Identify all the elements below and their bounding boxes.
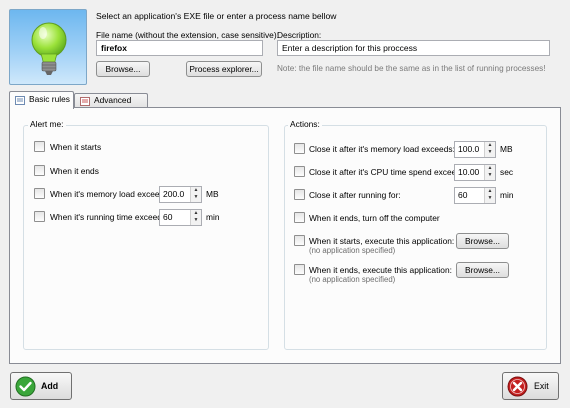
tab-advanced-rules[interactable]: Advanced rules [74,93,148,118]
spin-down-icon[interactable]: ▼ [485,172,495,179]
spin-arrows[interactable]: ▲ ▼ [484,142,495,157]
close-running-spinbox[interactable]: 60 ▲ ▼ [454,187,496,204]
close-running-value: 60 [458,190,468,200]
spin-arrows[interactable]: ▲ ▼ [484,188,495,203]
turn-off-checkbox[interactable] [294,212,305,223]
close-running-checkbox[interactable] [294,189,305,200]
close-memory-spinbox[interactable]: 100.0 ▲ ▼ [454,141,496,158]
checkmark-icon [15,376,36,397]
file-name-input[interactable]: firefox [96,40,263,56]
close-cpu-label: Close it after it's CPU time spend excee… [309,167,468,177]
spin-up-icon[interactable]: ▲ [485,165,495,172]
exec-start-browse-button[interactable]: Browse... [456,233,509,249]
alert-runtime-value: 60 [163,212,173,222]
spin-arrows[interactable]: ▲ ▼ [190,210,201,225]
alert-group [23,125,269,350]
alert-starts-checkbox[interactable] [34,141,45,152]
close-icon [507,376,528,397]
turn-off-label: When it ends, turn off the computer [309,213,440,223]
spin-down-icon[interactable]: ▼ [485,195,495,202]
spin-down-icon[interactable]: ▼ [191,217,201,224]
alert-memory-unit: MB [206,189,219,199]
spin-down-icon[interactable]: ▼ [485,149,495,156]
exec-start-sub: (no application specified) [309,246,396,255]
exec-start-checkbox[interactable] [294,235,305,246]
tab-basic-icon [15,96,25,105]
spin-up-icon[interactable]: ▲ [191,210,201,217]
alert-runtime-checkbox[interactable] [34,211,45,222]
spin-up-icon[interactable]: ▲ [191,187,201,194]
application-icon [9,9,87,85]
exec-end-sub: (no application specified) [309,275,396,284]
spin-up-icon[interactable]: ▲ [485,188,495,195]
close-memory-value: 100.0 [458,144,480,154]
exec-start-label: When it starts, execute this application… [309,236,455,246]
alert-starts-label: When it starts [50,142,102,152]
close-cpu-unit: sec [500,167,514,177]
spin-arrows[interactable]: ▲ ▼ [190,187,201,202]
note-text: Note: the file name should be the same a… [277,64,546,73]
spin-down-icon[interactable]: ▼ [191,194,201,201]
process-explorer-button[interactable]: Process explorer... [186,61,262,77]
browse-button[interactable]: Browse... [96,61,150,77]
close-memory-label: Close it after it's memory load exceeds: [309,144,455,154]
close-memory-checkbox[interactable] [294,143,305,154]
close-running-unit: min [500,190,514,200]
alert-ends-label: When it ends [50,166,99,176]
lightbulb-icon [31,22,67,75]
alert-ends-checkbox[interactable] [34,165,45,176]
alert-runtime-spinbox[interactable]: 60 ▲ ▼ [159,209,202,226]
tab-basic-rules-label: Basic rules [29,94,70,104]
actions-group-title: Actions: [288,119,322,129]
close-cpu-value: 10.00 [458,167,480,177]
close-cpu-spinbox[interactable]: 10.00 ▲ ▼ [454,164,496,181]
add-button[interactable]: Add [10,372,72,400]
close-memory-unit: MB [500,144,513,154]
description-label: Description: [277,30,322,40]
tab-basic-rules[interactable]: Basic rules [9,91,74,109]
alert-memory-spinbox[interactable]: 200.0 ▲ ▼ [159,186,202,203]
add-label: Add [41,381,59,391]
exec-end-label: When it ends, execute this application: [309,265,452,275]
exec-end-browse-button[interactable]: Browse... [456,262,509,278]
alert-memory-label: When it's memory load exceeds: [50,189,171,199]
spin-arrows[interactable]: ▲ ▼ [484,165,495,180]
alert-runtime-unit: min [206,212,220,222]
file-name-label: File name (without the extension, case s… [96,30,279,40]
spin-up-icon[interactable]: ▲ [485,142,495,149]
instruction-text: Select an application's EXE file or ente… [96,11,337,21]
tab-advanced-icon [80,97,90,106]
exit-label: Exit [534,381,549,391]
exit-button[interactable]: Exit [502,372,559,400]
description-input[interactable]: Enter a description for this proccess [277,40,550,56]
alert-memory-value: 200.0 [163,189,185,199]
alert-runtime-label: When it's running time exceeds: [50,212,169,222]
alert-group-title: Alert me: [28,119,66,129]
exec-end-checkbox[interactable] [294,264,305,275]
close-running-label: Close it after running for: [309,190,401,200]
alert-memory-checkbox[interactable] [34,188,45,199]
close-cpu-checkbox[interactable] [294,166,305,177]
